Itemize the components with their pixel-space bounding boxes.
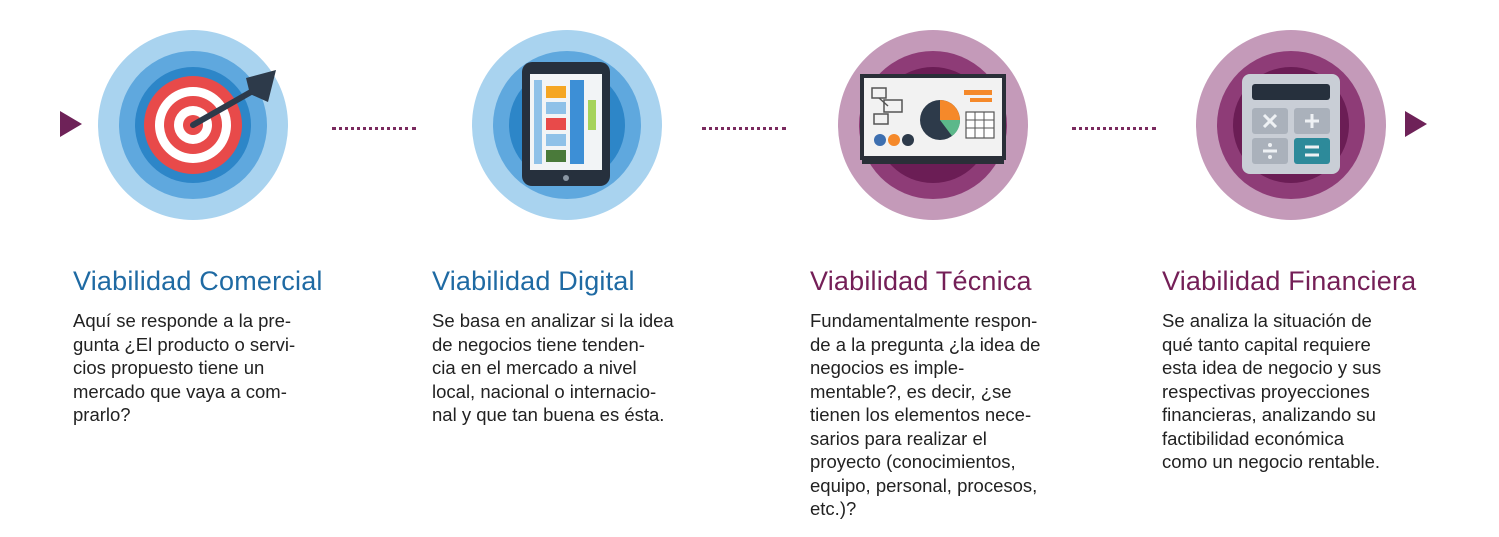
step-1-title: Viabilidad Comercial [73, 266, 323, 296]
step-1-circle [98, 30, 288, 220]
step-2-title: Viabilidad Digital [432, 266, 635, 296]
end-arrow-icon [1405, 111, 1427, 137]
step-4-title: Viabilidad Financiera [1162, 266, 1417, 296]
step-2-circle [472, 30, 662, 220]
connector-3-4 [1072, 127, 1156, 130]
start-arrow-icon [60, 111, 82, 137]
step-4-circle [1196, 30, 1386, 220]
step-2-description: Se basa en analizar si la idea de negoci… [432, 310, 674, 425]
step-3-title: Viabilidad Técnica [810, 266, 1032, 296]
step-3-circle [838, 30, 1028, 220]
step-3-description: Fundamentalmente respon- de a la pregunt… [810, 310, 1041, 519]
connector-2-3 [702, 127, 786, 130]
tablet-icon [522, 62, 610, 186]
step-4-description: Se analiza la situación de qué tanto cap… [1162, 310, 1382, 472]
presentation-board-icon [860, 74, 1006, 164]
connector-1-2 [332, 127, 416, 130]
calculator-icon [1242, 74, 1340, 174]
step-1-description: Aquí se responde a la pre- gunta ¿El pro… [73, 310, 296, 425]
